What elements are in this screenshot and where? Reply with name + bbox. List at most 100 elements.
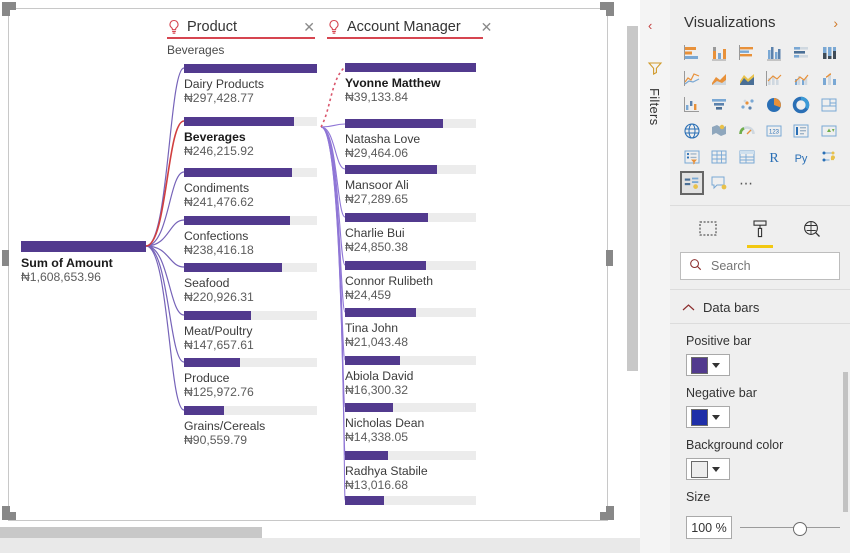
canvas-horizontal-scrollbar[interactable] <box>0 527 628 538</box>
tree-node[interactable]: Radhya Stabile ₦13,016.68 <box>345 451 476 492</box>
chevron-down-icon[interactable] <box>712 466 720 472</box>
donut-chart-icon[interactable] <box>789 93 813 117</box>
decomposition-tree-icon[interactable] <box>680 171 704 195</box>
funnel-chart-icon[interactable] <box>707 93 731 117</box>
gauge-icon[interactable] <box>735 119 759 143</box>
tree-node[interactable]: Condiments ₦241,476.62 <box>184 168 317 209</box>
node-value: ₦39,133.84 <box>345 90 409 104</box>
resize-handle-right-bottom[interactable] <box>606 506 614 520</box>
tree-node[interactable]: Confections ₦238,416.18 <box>184 216 317 257</box>
card-icon[interactable]: 123 <box>762 119 786 143</box>
tree-node-selected[interactable]: Yvonne Matthew ₦39,133.84 <box>345 63 476 104</box>
negative-bar-color-picker[interactable] <box>686 406 730 428</box>
python-visual-icon[interactable]: Py <box>789 145 813 169</box>
positive-bar-color-picker[interactable] <box>686 354 730 376</box>
property-positive-bar: Positive bar <box>670 324 850 376</box>
more-visuals-icon[interactable]: ⋯ <box>735 171 759 195</box>
ribbon-chart-icon[interactable] <box>817 67 841 91</box>
filters-pane-collapsed[interactable]: ‹ Filters <box>640 0 671 553</box>
resize-handle-middle-left[interactable] <box>2 250 9 266</box>
matrix-icon[interactable] <box>735 145 759 169</box>
kpi-icon[interactable] <box>817 119 841 143</box>
section-header-data-bars[interactable]: Data bars <box>670 289 850 324</box>
level-title-account-manager: Account Manager <box>347 19 461 35</box>
tree-node[interactable]: Charlie Bui ₦24,850.38 <box>345 213 476 254</box>
tree-node[interactable]: Abiola David ₦16,300.32 <box>345 356 476 397</box>
table-icon[interactable] <box>707 145 731 169</box>
format-search-box[interactable] <box>680 252 840 280</box>
scrollbar-thumb[interactable] <box>627 26 638 371</box>
format-tab[interactable] <box>745 214 775 248</box>
close-icon[interactable]: ✕ <box>289 20 315 34</box>
resize-handle-left-top[interactable] <box>2 2 10 16</box>
fields-tab[interactable] <box>693 214 723 244</box>
size-slider[interactable] <box>740 520 840 536</box>
search-input[interactable] <box>709 258 831 274</box>
clustered-bar-chart-icon[interactable] <box>735 41 759 65</box>
resize-handle-right-top[interactable] <box>606 2 614 16</box>
resize-handle-left-bottom[interactable] <box>2 506 10 520</box>
scatter-chart-icon[interactable] <box>735 93 759 117</box>
chevron-down-icon[interactable] <box>712 362 720 368</box>
tree-node[interactable] <box>345 496 476 505</box>
stacked-column-chart-icon[interactable] <box>707 41 731 65</box>
level-header-account-manager[interactable]: Account Manager ✕ <box>327 19 492 39</box>
tree-node-selected[interactable]: Beverages ₦246,215.92 <box>184 117 317 158</box>
stacked-area-chart-icon[interactable] <box>735 67 759 91</box>
close-icon[interactable]: ✕ <box>467 20 493 34</box>
node-label: Connor Rulibeth <box>345 274 434 288</box>
line-chart-icon[interactable] <box>680 67 704 91</box>
node-bar-track <box>184 168 317 177</box>
line-stacked-column-icon[interactable] <box>762 67 786 91</box>
node-label: Produce <box>184 371 230 385</box>
multi-row-card-icon[interactable] <box>789 119 813 143</box>
chevron-down-icon[interactable] <box>712 414 720 420</box>
stacked-bar-chart-icon[interactable] <box>680 41 704 65</box>
100-stacked-bar-chart-icon[interactable] <box>789 41 813 65</box>
node-value: ₦21,043.48 <box>345 335 409 349</box>
tree-node[interactable]: Seafood ₦220,926.31 <box>184 263 317 304</box>
chevron-left-icon[interactable]: ‹ <box>648 18 652 33</box>
tree-node[interactable]: Dairy Products ₦297,428.77 <box>184 64 317 105</box>
tree-node[interactable]: Connor Rulibeth ₦24,459 <box>345 261 476 302</box>
map-icon[interactable] <box>680 119 704 143</box>
line-clustered-column-icon[interactable] <box>789 67 813 91</box>
node-value: ₦90,559.79 <box>184 433 248 447</box>
waterfall-chart-icon[interactable] <box>680 93 704 117</box>
resize-handle-middle-right[interactable] <box>606 250 613 266</box>
node-value: ₦27,289.65 <box>345 192 409 206</box>
level-header-product[interactable]: Product ✕ Beverages <box>167 19 315 57</box>
treemap-icon[interactable] <box>817 93 841 117</box>
chevron-up-icon[interactable] <box>682 301 695 315</box>
pane-scrollbar-thumb[interactable] <box>843 372 848 512</box>
100-stacked-column-chart-icon[interactable] <box>817 41 841 65</box>
node-value: ₦246,215.92 <box>184 144 254 158</box>
tree-node[interactable]: Nicholas Dean ₦14,338.05 <box>345 403 476 444</box>
area-chart-icon[interactable] <box>707 67 731 91</box>
analytics-tab[interactable] <box>797 214 827 244</box>
tree-node[interactable]: Natasha Love ₦29,464.06 <box>345 119 476 160</box>
slider-knob[interactable] <box>793 521 807 536</box>
background-color-picker[interactable] <box>686 458 730 480</box>
canvas-vertical-scrollbar[interactable] <box>627 8 638 521</box>
tree-node[interactable]: Meat/Poultry ₦147,657.61 <box>184 311 317 352</box>
filled-map-icon[interactable] <box>707 119 731 143</box>
tree-node[interactable]: Mansoor Ali ₦27,289.65 <box>345 165 476 206</box>
tree-node[interactable]: Grains/Cereals ₦90,559.79 <box>184 406 317 447</box>
decomposition-tree-visual[interactable]: Sum of Amount ₦1,608,653.96 Product ✕ Be… <box>8 8 608 521</box>
tree-node[interactable]: Produce ₦125,972.76 <box>184 358 317 399</box>
clustered-column-chart-icon[interactable] <box>762 41 786 65</box>
scrollbar-thumb[interactable] <box>0 527 262 538</box>
property-negative-bar: Negative bar <box>670 376 850 428</box>
size-value-input[interactable]: 100 % <box>686 516 732 539</box>
chevron-right-icon[interactable]: › <box>833 15 838 31</box>
pie-chart-icon[interactable] <box>762 93 786 117</box>
tree-node[interactable]: Tina John ₦21,043.48 <box>345 308 476 349</box>
qna-visual-icon[interactable] <box>707 171 731 195</box>
tree-root-node[interactable]: Sum of Amount ₦1,608,653.96 <box>21 241 146 284</box>
node-label: Grains/Cereals <box>184 419 266 433</box>
slicer-icon[interactable] <box>680 145 704 169</box>
key-influencers-icon[interactable] <box>817 145 841 169</box>
node-bar-fill <box>345 308 416 317</box>
r-script-visual-icon[interactable]: R <box>762 145 786 169</box>
